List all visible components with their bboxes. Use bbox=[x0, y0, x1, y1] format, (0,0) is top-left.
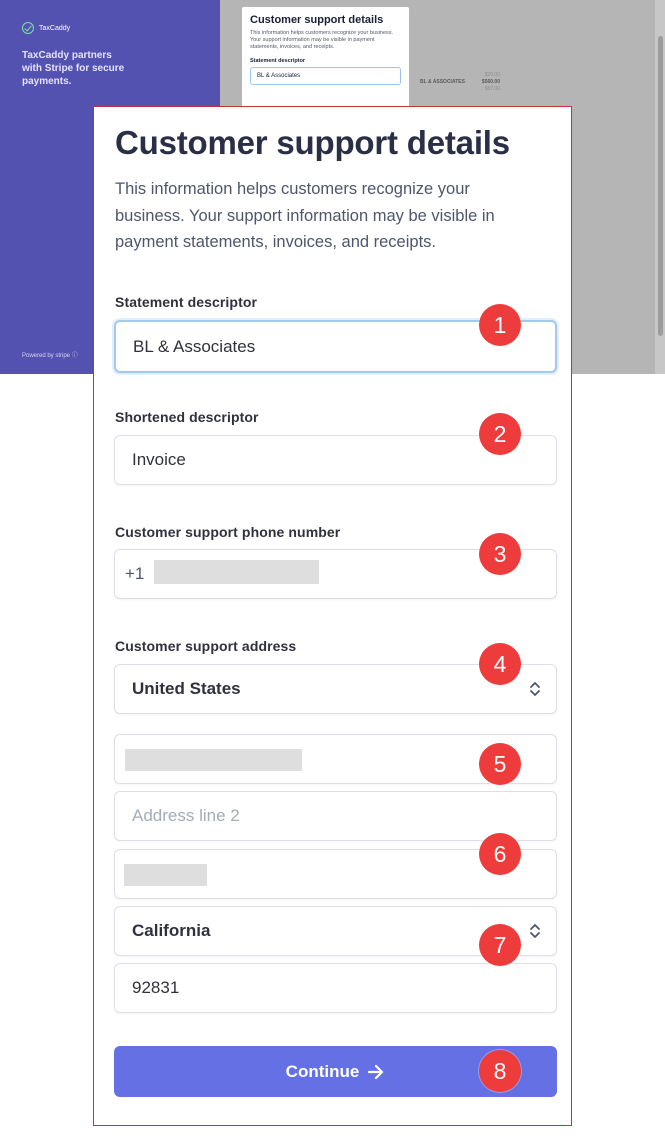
zip-value: 92831 bbox=[132, 978, 180, 997]
preview-card: Customer support details This informatio… bbox=[242, 7, 409, 109]
preview-input: BL & Associates bbox=[250, 67, 401, 85]
arrow-right-icon bbox=[368, 1064, 384, 1079]
annotation-badge-5: 5 bbox=[479, 743, 521, 785]
country-value: United States bbox=[132, 679, 241, 698]
brand-header: TaxCaddy bbox=[22, 22, 70, 34]
annotation-badge-3: 3 bbox=[479, 533, 521, 575]
redacted-phone-number bbox=[154, 560, 319, 584]
brand-tagline: TaxCaddy partners with Stripe for secure… bbox=[22, 50, 125, 87]
receipt-amount: $29.00 bbox=[484, 72, 500, 78]
redacted-city bbox=[124, 864, 207, 886]
customer-support-form: Customer support details This informatio… bbox=[93, 106, 572, 1126]
brand-name: TaxCaddy bbox=[39, 24, 71, 32]
shortened-descriptor-label: Shortened descriptor bbox=[115, 409, 259, 425]
chevron-up-down-icon bbox=[530, 682, 540, 696]
shortened-descriptor-value: Invoice bbox=[132, 450, 186, 469]
preview-description: This information helps customers recogni… bbox=[250, 30, 394, 50]
receipt-descriptor: BL & ASSOCIATES bbox=[420, 79, 465, 85]
receipt-amount: $57.00 bbox=[484, 86, 500, 92]
annotation-badge-4: 4 bbox=[479, 643, 521, 685]
state-value: California bbox=[132, 921, 211, 940]
preview-label: Statement descriptor bbox=[250, 58, 306, 64]
screenshot: TaxCaddy TaxCaddy partners with Stripe f… bbox=[0, 0, 665, 1148]
annotation-badge-1: 1 bbox=[479, 304, 521, 346]
phone-country-code: +1 bbox=[125, 564, 145, 583]
page-description: This information helps customers recogni… bbox=[115, 180, 495, 251]
check-circle-icon bbox=[22, 22, 34, 34]
continue-label: Continue bbox=[285, 1061, 360, 1081]
zip-input[interactable]: 92831 bbox=[114, 963, 557, 1013]
redacted-address-line1 bbox=[125, 749, 302, 771]
preview-title: Customer support details bbox=[250, 14, 384, 26]
page-title: Customer support details bbox=[115, 124, 510, 161]
chevron-up-down-icon bbox=[530, 924, 540, 938]
phone-label: Customer support phone number bbox=[115, 524, 341, 540]
address-line2-placeholder: Address line 2 bbox=[132, 806, 240, 825]
scrollbar-thumb[interactable] bbox=[658, 36, 663, 336]
annotation-badge-2: 2 bbox=[479, 413, 521, 455]
receipt-row: $29.00 bbox=[420, 72, 500, 79]
powered-by-stripe[interactable]: Powered by stripe ⓘ bbox=[22, 350, 78, 359]
receipt-amount: $560.00 bbox=[481, 79, 500, 85]
address-line2-input[interactable]: Address line 2 bbox=[114, 791, 557, 841]
receipt-preview: $29.00 BL & ASSOCIATES $560.00 $57.00 bbox=[420, 72, 500, 93]
statement-descriptor-value: BL & Associates bbox=[133, 336, 256, 356]
address-label: Customer support address bbox=[115, 638, 297, 654]
annotation-badge-7: 7 bbox=[479, 924, 521, 966]
receipt-row: $57.00 bbox=[420, 86, 500, 93]
statement-descriptor-label: Statement descriptor bbox=[115, 294, 258, 310]
annotation-badge-8: 8 bbox=[479, 1050, 521, 1092]
annotation-badge-6: 6 bbox=[479, 833, 521, 875]
receipt-row: BL & ASSOCIATES $560.00 bbox=[420, 79, 500, 86]
